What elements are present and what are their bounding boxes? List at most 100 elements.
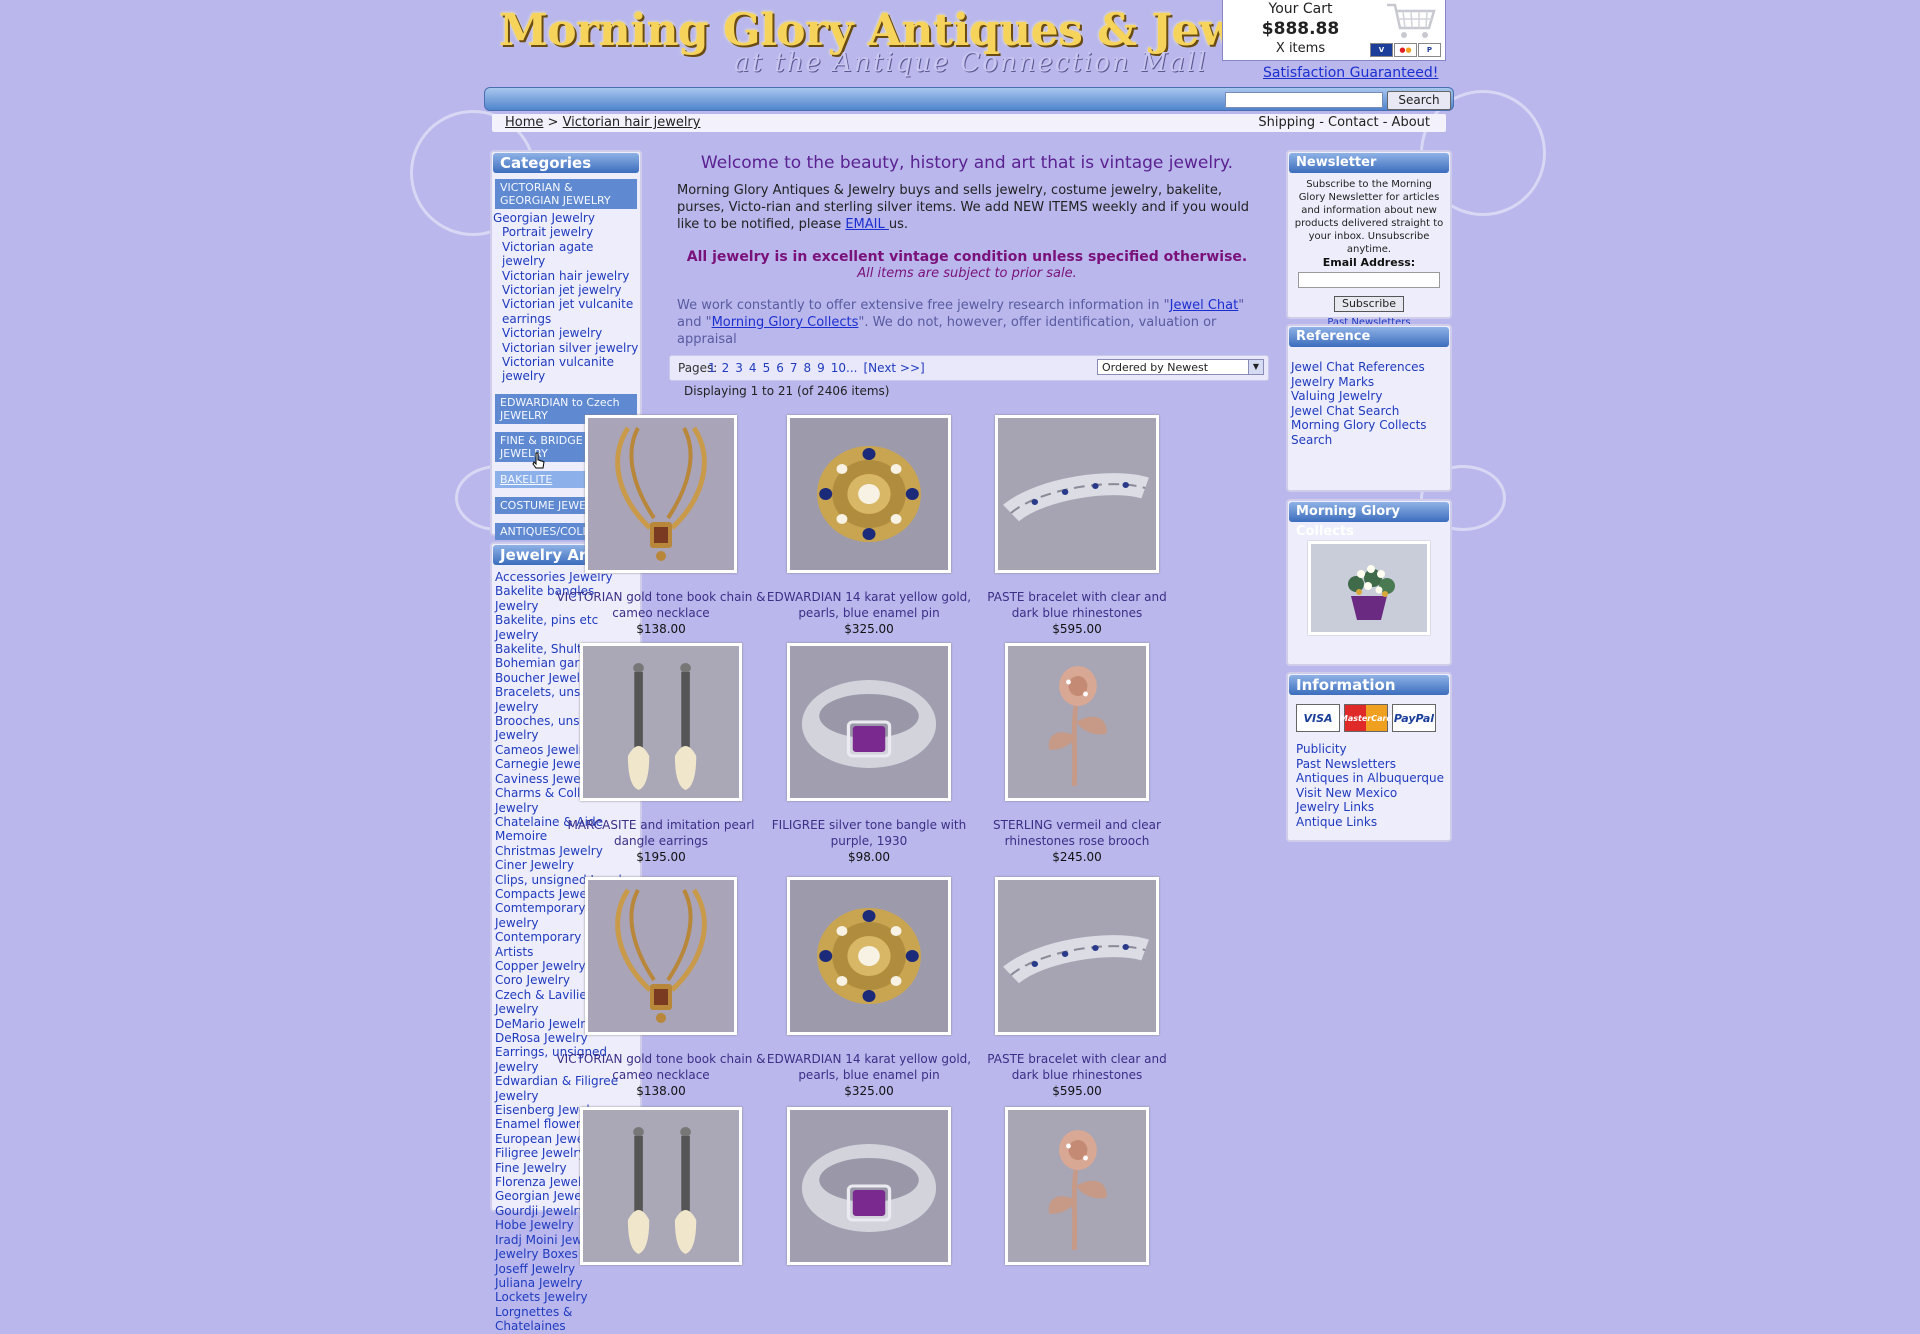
page-link[interactable]: 10... (831, 361, 858, 375)
information-link[interactable]: Visit New Mexico (1296, 786, 1450, 801)
mastercard-icon: ● ● (1394, 43, 1417, 57)
product-image[interactable] (580, 1107, 742, 1265)
product-card[interactable]: PASTE bracelet with clear and dark blue … (972, 877, 1182, 1099)
reference-link[interactable]: Search (1291, 433, 1450, 448)
category-link[interactable]: Victorian jet vulcanite earrings (493, 297, 639, 326)
morning-glory-collects-box: Morning Glory Collects (1286, 499, 1452, 666)
sort-select[interactable]: Ordered by Newest ▼ (1097, 359, 1264, 375)
reference-link[interactable]: Jewelry Marks (1291, 375, 1450, 390)
category-link[interactable]: Portrait jewelry (493, 225, 639, 239)
information-link[interactable]: Publicity (1296, 742, 1450, 757)
category-link[interactable]: Victorian vulcanite jewelry (493, 355, 639, 384)
shipping-contact-about-links[interactable]: Shipping - Contact - About (1258, 115, 1430, 130)
category-link[interactable]: Victorian silver jewelry (493, 341, 639, 355)
mouse-cursor-icon (532, 452, 545, 469)
product-image[interactable] (580, 643, 742, 801)
information-link[interactable]: Antiques in Albuquerque (1296, 771, 1450, 786)
jewel-chat-link[interactable]: Jewel Chat (1170, 298, 1239, 313)
product-title[interactable]: STERLING vermeil and clear rhinestones r… (972, 817, 1182, 849)
product-card[interactable] (972, 1107, 1182, 1281)
welcome-heading: Welcome to the beauty, history and art t… (700, 153, 1234, 173)
newsletter-header: Newsletter (1289, 153, 1449, 173)
product-image[interactable] (787, 415, 951, 573)
article-link[interactable]: Lorgnettes & Chatelaines (492, 1305, 640, 1334)
morning-glory-collects-image[interactable] (1308, 541, 1430, 635)
product-image[interactable] (995, 415, 1159, 573)
category-victorian-georgian[interactable]: VICTORIAN & GEORGIAN JEWELRY (495, 179, 637, 209)
product-title[interactable]: PASTE bracelet with clear and dark blue … (972, 589, 1182, 621)
page-link[interactable]: 7 (790, 361, 798, 375)
cart-total: $888.88 (1261, 19, 1340, 39)
chevron-down-icon[interactable]: ▼ (1248, 360, 1263, 374)
product-title[interactable]: EDWARDIAN 14 karat yellow gold, pearls, … (764, 1051, 974, 1083)
search-input[interactable] (1225, 92, 1383, 108)
satisfaction-guaranteed-link[interactable]: Satisfaction Guaranteed! (1263, 65, 1438, 81)
reference-link[interactable]: Jewel Chat References (1291, 360, 1450, 375)
categories-header: Categories (493, 153, 639, 173)
page-link[interactable]: 9 (817, 361, 825, 375)
product-card[interactable]: EDWARDIAN 14 karat yellow gold, pearls, … (764, 877, 974, 1099)
product-title[interactable]: VICTORIAN gold tone book chain & cameo n… (556, 589, 766, 621)
category-link[interactable]: Victorian jet jewelry (493, 283, 639, 297)
product-image[interactable] (1005, 1107, 1149, 1265)
product-title[interactable]: MARCASITE and imitation pearl dangle ear… (556, 817, 766, 849)
breadcrumb: Home > Victorian hair jewelry Shipping -… (492, 114, 1446, 132)
product-card[interactable]: EDWARDIAN 14 karat yellow gold, pearls, … (764, 415, 974, 637)
breadcrumb-current-link[interactable]: Victorian hair jewelry (563, 115, 701, 130)
product-card[interactable]: STERLING vermeil and clear rhinestones r… (972, 643, 1182, 865)
product-card[interactable] (764, 1107, 974, 1281)
cart-title: Your Cart (1268, 1, 1333, 17)
product-title[interactable]: VICTORIAN gold tone book chain & cameo n… (556, 1051, 766, 1083)
product-image[interactable] (787, 1107, 951, 1265)
product-card[interactable]: MARCASITE and imitation pearl dangle ear… (556, 643, 766, 865)
product-title[interactable]: EDWARDIAN 14 karat yellow gold, pearls, … (764, 589, 974, 621)
top-navbar: Search (484, 87, 1454, 111)
category-link[interactable]: Victorian hair jewelry (493, 269, 639, 283)
reference-link[interactable]: Morning Glory Collects (1291, 418, 1450, 433)
product-image[interactable] (995, 877, 1159, 1035)
information-link[interactable]: Past Newsletters (1296, 757, 1450, 772)
product-card[interactable]: VICTORIAN gold tone book chain & cameo n… (556, 877, 766, 1099)
information-link[interactable]: Jewelry Links (1296, 800, 1450, 815)
morning-glory-collects-link[interactable]: Morning Glory Collects (712, 315, 859, 330)
category-link[interactable]: Victorian agate jewelry (493, 240, 639, 269)
product-title[interactable]: PASTE bracelet with clear and dark blue … (972, 1051, 1182, 1083)
page-link[interactable]: 4 (749, 361, 757, 375)
page-link[interactable]: 1 (708, 361, 716, 375)
email-link[interactable]: EMAIL (845, 217, 889, 232)
product-card[interactable]: PASTE bracelet with clear and dark blue … (972, 415, 1182, 637)
product-card[interactable]: FILIGREE silver tone bangle with purple,… (764, 643, 974, 865)
product-image[interactable] (585, 415, 737, 573)
product-title[interactable]: FILIGREE silver tone bangle with purple,… (764, 817, 974, 849)
category-link[interactable]: Victorian jewelry (493, 326, 639, 340)
product-price: $138.00 (636, 1084, 686, 1098)
product-image[interactable] (787, 877, 951, 1035)
search-button[interactable]: Search (1387, 91, 1451, 110)
information-link[interactable]: Antique Links (1296, 815, 1450, 830)
visa-card-icon: VISA (1296, 704, 1340, 732)
article-link[interactable]: Lockets Jewelry (492, 1290, 640, 1304)
cart-widget[interactable]: Your Cart $888.88 X items V ● ● P (1222, 0, 1446, 61)
page-link[interactable]: 8 (803, 361, 811, 375)
display-count: Displaying 1 to 21 (of 2406 items) (684, 384, 890, 398)
product-image[interactable] (787, 643, 951, 801)
category-link[interactable]: Georgian Jewelry (493, 211, 639, 225)
next-page-link[interactable]: [Next >>] (863, 361, 924, 375)
product-card[interactable] (556, 1107, 766, 1281)
reference-link[interactable]: Valuing Jewelry (1291, 389, 1450, 404)
information-box: Information VISA MasterCard PayPal Publi… (1286, 672, 1452, 842)
page-link[interactable]: 5 (763, 361, 771, 375)
breadcrumb-home-link[interactable]: Home (505, 115, 543, 130)
page-link[interactable]: 3 (735, 361, 743, 375)
subscribe-button[interactable]: Subscribe (1334, 296, 1404, 312)
page-link[interactable]: 2 (722, 361, 730, 375)
product-image[interactable] (1005, 643, 1149, 801)
product-card[interactable]: VICTORIAN gold tone book chain & cameo n… (556, 415, 766, 637)
shopping-cart-icon[interactable] (1385, 2, 1437, 42)
reference-box: Reference Jewel Chat References Jewelry … (1286, 324, 1452, 492)
page-link[interactable]: 6 (776, 361, 784, 375)
reference-link[interactable]: Jewel Chat Search (1291, 404, 1450, 419)
newsletter-email-field[interactable] (1298, 272, 1440, 288)
breadcrumb-separator: > (547, 115, 559, 130)
product-image[interactable] (585, 877, 737, 1035)
